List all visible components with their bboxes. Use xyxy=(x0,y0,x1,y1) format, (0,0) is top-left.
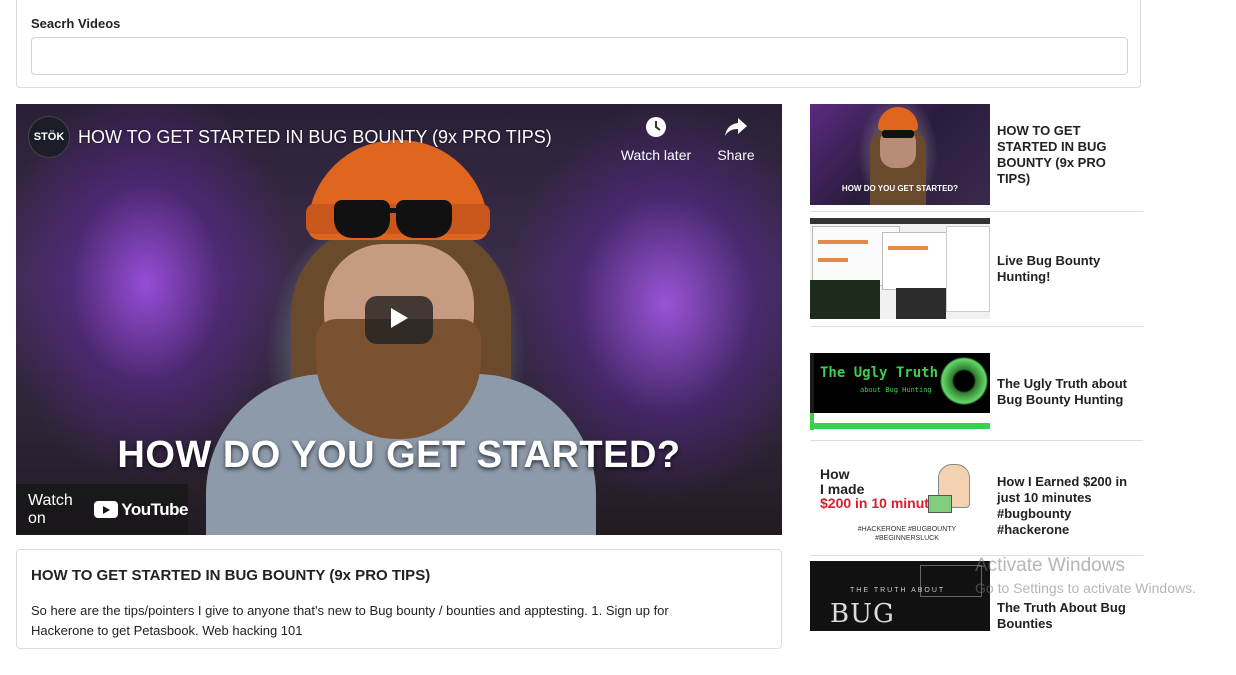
thumb-beanie xyxy=(878,107,918,131)
playlist-item[interactable]: How I made $200 in 10 minutes #HACKERONE… xyxy=(810,440,1143,556)
thumb-window xyxy=(882,232,948,290)
eye-icon xyxy=(940,357,988,405)
share-button[interactable]: Share xyxy=(696,116,776,163)
thumb-glasses xyxy=(882,130,914,138)
playlist-item[interactable]: Live Bug Bounty Hunting! xyxy=(810,211,1143,327)
channel-badge-text: STÖK xyxy=(33,131,65,143)
playlist-item-title[interactable]: The Ugly Truth about Bug Bounty Hunting xyxy=(997,376,1137,408)
thumb-highlight xyxy=(818,240,868,244)
description-card: HOW TO GET STARTED IN BUG BOUNTY (9x PRO… xyxy=(16,549,782,649)
thumb-subtitle-text: about Bug Hunting xyxy=(860,386,932,394)
playlist-thumbnail[interactable]: The Ugly Truth about Bug Hunting xyxy=(810,345,990,435)
youtube-wordmark: YouTube xyxy=(121,499,188,519)
thumb-highlight xyxy=(888,246,928,250)
playlist-item-title[interactable]: The Truth About Bug Bounties xyxy=(997,600,1137,632)
video-player[interactable]: STÖK HOW TO GET STARTED IN BUG BOUNTY (9… xyxy=(16,104,782,535)
youtube-logo: YouTube xyxy=(94,500,188,520)
video-title[interactable]: HOW TO GET STARTED IN BUG BOUNTY (9x PRO… xyxy=(78,127,552,148)
playlist-item[interactable]: HOW DO YOU GET STARTED? HOW TO GET START… xyxy=(810,104,1143,212)
thumb-terminal xyxy=(896,288,946,319)
playlist-item-title[interactable]: How I Earned $200 in just 10 minutes #bu… xyxy=(997,474,1137,538)
search-label: Seacrh Videos xyxy=(31,16,121,31)
clock-icon xyxy=(616,116,696,141)
thumb-hashtags: #HACKERONE #BUGBOUNTY #BEGINNERSLUCK xyxy=(857,526,957,542)
playlist-thumbnail[interactable]: THE TRUTH ABOUT BUG BOUNTIES xyxy=(810,561,990,631)
thumb-accent xyxy=(810,423,990,429)
playlist-thumbnail[interactable]: HOW DO YOU GET STARTED? xyxy=(810,104,990,205)
playlist-item-title[interactable]: Live Bug Bounty Hunting! xyxy=(997,253,1137,285)
search-card: Seacrh Videos xyxy=(16,0,1141,88)
play-icon xyxy=(389,307,409,334)
video-overlay-caption: HOW DO YOU GET STARTED? xyxy=(117,434,681,476)
playlist-item-title[interactable]: HOW TO GET STARTED IN BUG BOUNTY (9x PRO… xyxy=(997,123,1137,187)
watch-later-button[interactable]: Watch later xyxy=(616,116,696,163)
thumb-window xyxy=(946,226,990,312)
search-input[interactable] xyxy=(31,37,1128,75)
youtube-play-icon xyxy=(94,501,119,518)
description-title: HOW TO GET STARTED IN BUG BOUNTY (9x PRO… xyxy=(31,567,431,584)
play-button[interactable] xyxy=(365,296,433,344)
playlist-item[interactable]: The Ugly Truth about Bug Hunting The Ugl… xyxy=(810,326,1143,441)
video-frame-glasses-left xyxy=(334,200,390,238)
thumb-terminal xyxy=(810,280,880,319)
share-arrow-icon xyxy=(696,116,776,141)
thumb-text-line: THE TRUTH ABOUT xyxy=(850,587,946,594)
thumb-highlight xyxy=(818,258,848,262)
channel-avatar[interactable]: STÖK xyxy=(28,116,70,158)
thumb-caption: HOW DO YOU GET STARTED? xyxy=(841,184,959,193)
description-text: So here are the tips/pointers I give to … xyxy=(31,603,669,638)
video-frame-glasses-bridge xyxy=(386,208,400,213)
laptop-icon xyxy=(928,495,952,513)
thumb-toolbar xyxy=(810,218,990,224)
share-label: Share xyxy=(717,147,755,163)
thumb-title-text: The Ugly Truth xyxy=(820,365,939,381)
watch-on-label: Watch on xyxy=(28,491,73,527)
video-frame-glasses-right xyxy=(396,200,452,238)
thumb-text-line: How xyxy=(820,466,850,482)
thumb-text-line: $200 in 10 minutes xyxy=(820,495,945,511)
watch-on-youtube-button[interactable]: Watch on YouTube xyxy=(16,484,188,535)
activate-windows-watermark: Activate Windows xyxy=(975,555,1125,576)
thumb-text-line: BUG BOUNTIES xyxy=(830,599,987,631)
playlist-thumbnail[interactable] xyxy=(810,218,990,319)
playlist-thumbnail[interactable]: How I made $200 in 10 minutes #HACKERONE… xyxy=(810,450,990,551)
watch-later-label: Watch later xyxy=(620,147,692,163)
activate-windows-hint: Go to Settings to activate Windows. xyxy=(975,580,1196,596)
